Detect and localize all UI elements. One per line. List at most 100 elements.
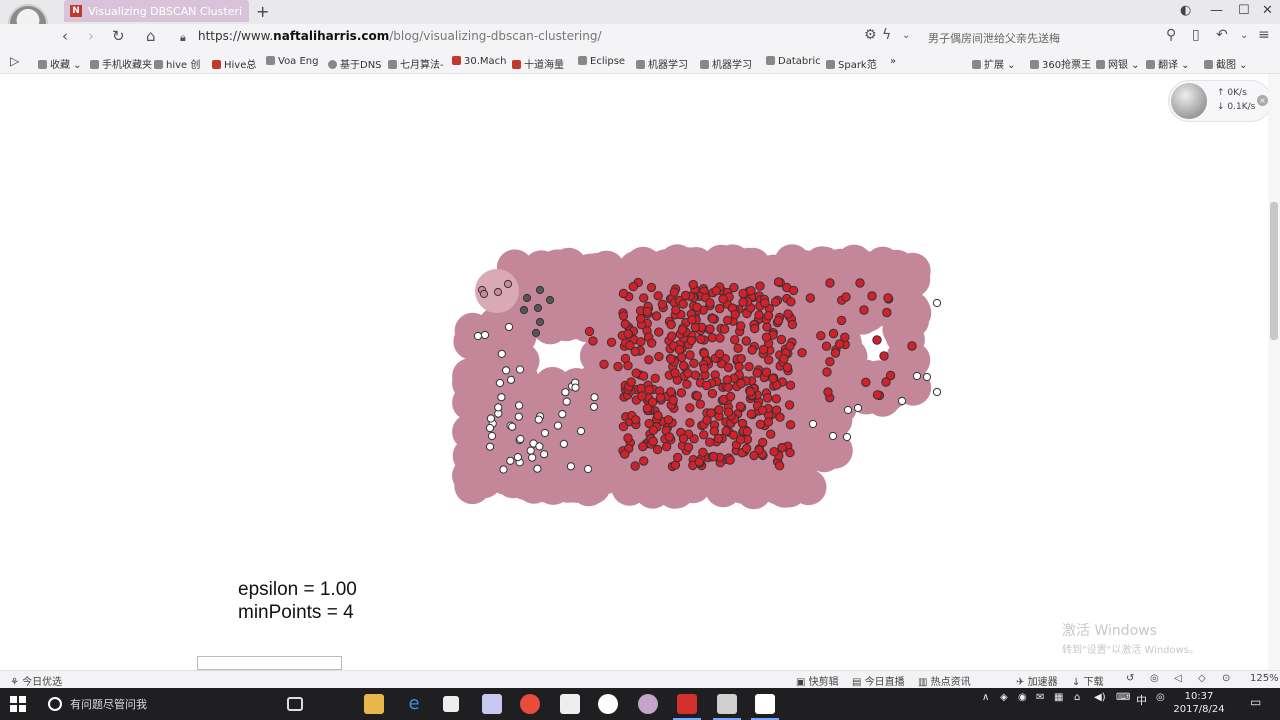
pdf-app-icon[interactable]: [673, 694, 701, 720]
app-icon[interactable]: [560, 694, 580, 714]
lightning-icon[interactable]: ϟ: [882, 27, 891, 43]
cortana-search[interactable]: 有问题尽管问我: [38, 688, 318, 720]
task-view-icon[interactable]: [287, 697, 303, 711]
app-icon[interactable]: [520, 694, 540, 714]
status-item[interactable]: ↓ 下载: [1072, 673, 1104, 688]
file-explorer-icon[interactable]: [364, 694, 384, 714]
data-point: [907, 341, 917, 351]
data-point: [618, 311, 629, 321]
data-point: [613, 361, 623, 372]
system-clock[interactable]: 10:37 2017/8/24: [1172, 690, 1226, 716]
tray-app-icon[interactable]: ◎: [1156, 692, 1165, 703]
bookmark-item[interactable]: 七月算法-: [388, 56, 444, 71]
action-center-icon[interactable]: ▭: [1250, 695, 1261, 709]
new-tab-button[interactable]: +: [256, 2, 270, 21]
bookmark-item[interactable]: Eclipse: [578, 56, 625, 67]
home-button[interactable]: ⌂: [146, 27, 156, 45]
store-icon[interactable]: [443, 696, 459, 712]
sidebar-toggle-icon[interactable]: ▷: [10, 54, 19, 68]
app-icon[interactable]: [751, 694, 779, 720]
app-icon[interactable]: [713, 694, 741, 720]
sound-icon[interactable]: ◁: [1174, 673, 1182, 684]
forward-button[interactable]: ›: [88, 27, 94, 45]
app-icon[interactable]: [482, 694, 502, 714]
dbscan-canvas[interactable]: [0, 74, 1268, 670]
edge-icon[interactable]: e: [404, 694, 424, 714]
scrollbar-thumb[interactable]: [1270, 202, 1278, 340]
red-c-icon: [512, 60, 521, 69]
back-button[interactable]: ‹: [62, 27, 68, 45]
news-ticker[interactable]: 男子偶房间泄给父亲先送梅: [928, 30, 1060, 46]
app-icon[interactable]: [638, 694, 658, 714]
clip-icon: ▣: [796, 677, 806, 688]
status-item[interactable]: ▥ 热点资讯: [918, 673, 971, 688]
data-point: [545, 295, 555, 305]
ime-indicator[interactable]: 中: [1136, 692, 1147, 708]
status-item-label: 热点资讯: [930, 677, 971, 688]
data-point: [859, 305, 869, 315]
zoom-level[interactable]: 125%: [1250, 673, 1279, 684]
shield-icon[interactable]: ◇: [1198, 673, 1206, 684]
bookmark-item[interactable]: Spark范: [826, 56, 877, 71]
browser-icon[interactable]: ◎: [1150, 673, 1159, 684]
data-point: [738, 288, 748, 299]
zoom-icon[interactable]: ⊙: [1222, 673, 1230, 684]
bookmark-item[interactable]: 截图 ⌄: [1204, 56, 1248, 71]
reload-button[interactable]: ↻: [112, 27, 125, 45]
chevron-down-icon[interactable]: ⌄: [902, 30, 910, 41]
search-icon[interactable]: ⚲: [1166, 27, 1176, 43]
bookmark-item[interactable]: 十道海量: [512, 56, 564, 71]
keyboard-icon[interactable]: ⌨: [1116, 692, 1130, 703]
settings-icon[interactable]: ⚙: [864, 27, 877, 43]
data-point: [522, 293, 532, 303]
bookmark-item[interactable]: Databric: [766, 56, 821, 67]
status-item[interactable]: ▣ 快剪辑: [796, 673, 839, 688]
phone-icon[interactable]: ▯: [1192, 27, 1200, 43]
bookmark-item[interactable]: 网银 ⌄: [1096, 56, 1140, 71]
tray-app-icon[interactable]: ✉: [1036, 692, 1044, 703]
close-button[interactable]: ✕: [1262, 3, 1273, 18]
bookmark-item[interactable]: Hive总: [212, 56, 256, 71]
bookmarks-overflow-button[interactable]: »: [890, 56, 896, 67]
undo-icon[interactable]: ↶: [1216, 27, 1228, 43]
page-scrollbar[interactable]: [1268, 74, 1280, 670]
bookmark-item[interactable]: 机器学习: [700, 56, 752, 71]
network-icon[interactable]: ⌂: [1074, 692, 1080, 703]
bookmark-item[interactable]: 扩展 ⌄: [972, 56, 1016, 71]
bookmark-item[interactable]: 360抢票王: [1030, 56, 1091, 71]
bookmark-item[interactable]: 翻译 ⌄: [1146, 56, 1190, 71]
skin-icon[interactable]: ◐: [1180, 3, 1191, 18]
bookmark-item[interactable]: 手机收藏夹: [90, 56, 152, 71]
bookmark-item[interactable]: 机器学习: [636, 56, 688, 71]
minimize-button[interactable]: —: [1210, 3, 1223, 18]
refresh-icon[interactable]: ↺: [1126, 673, 1134, 684]
chevron-down-icon[interactable]: ⌄: [1240, 30, 1248, 41]
status-item[interactable]: ✈ 加速器: [1016, 673, 1058, 688]
status-item[interactable]: ▤ 今日直播: [852, 673, 905, 688]
data-point: [722, 375, 732, 385]
tray-app-icon[interactable]: ◈: [1000, 692, 1008, 703]
tray-chevron-icon[interactable]: ∧: [982, 692, 989, 703]
bookmark-item[interactable]: Voa Eng: [266, 56, 319, 67]
windows-start-button[interactable]: [10, 696, 26, 712]
tab-active[interactable]: N Visualizing DBSCAN Clusteri: [64, 0, 249, 22]
daily-picks-link[interactable]: ⚘ 今日优选: [10, 673, 62, 688]
url-input[interactable]: https://www.naftaliharris.com/blog/visua…: [198, 29, 602, 43]
tray-app-icon[interactable]: ◉: [1018, 692, 1027, 703]
volume-icon[interactable]: ◀): [1094, 692, 1106, 703]
bookmark-item[interactable]: 基于DNS: [328, 56, 382, 71]
bookmark-item[interactable]: 收藏 ⌄: [38, 56, 82, 71]
red-c-icon: [212, 60, 221, 69]
tray-app-icon[interactable]: ▦: [1054, 692, 1063, 703]
bookmark-item[interactable]: hive 创: [154, 56, 200, 71]
data-point: [698, 447, 708, 457]
bookmark-label: Hive总: [224, 60, 257, 71]
chrome-icon[interactable]: [598, 694, 618, 714]
maximize-button[interactable]: ☐: [1238, 3, 1250, 18]
menu-icon[interactable]: ≡: [1258, 27, 1270, 43]
data-point: [494, 403, 503, 412]
bookmark-item[interactable]: 30.Mach: [452, 56, 507, 67]
data-point: [553, 421, 563, 430]
cluster-halo: [550, 466, 587, 503]
control-button[interactable]: [197, 656, 342, 670]
